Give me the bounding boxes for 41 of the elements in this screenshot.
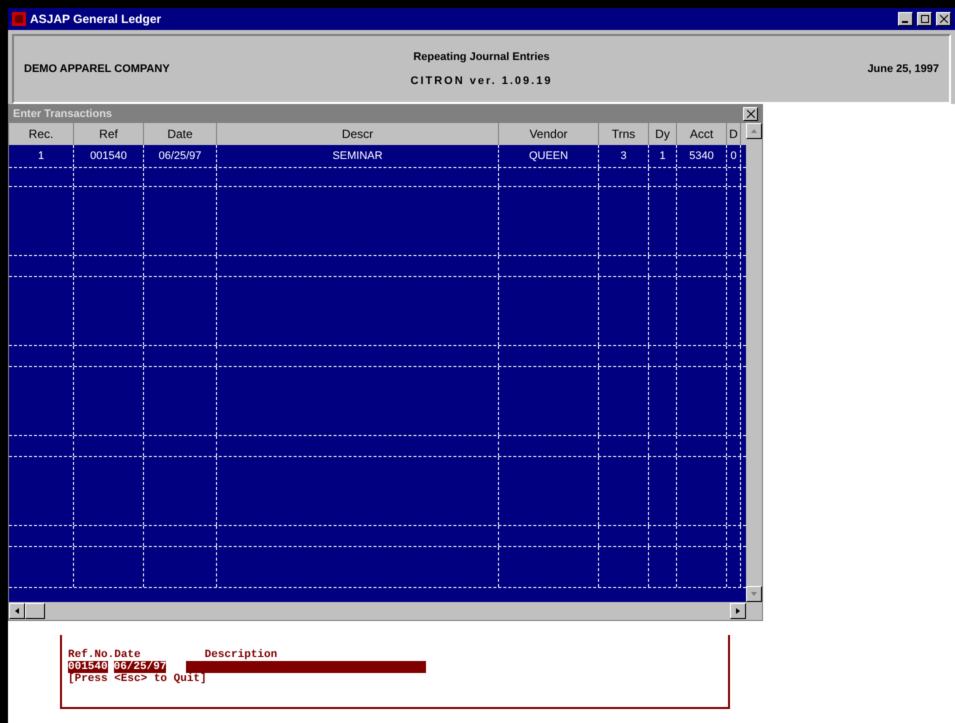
screen-heading: Repeating Journal Entries xyxy=(413,51,550,63)
minimize-button[interactable] xyxy=(898,12,913,26)
date-field[interactable]: 06/25/97 xyxy=(114,661,166,673)
scroll-thumb[interactable] xyxy=(25,603,45,619)
table-cell: QUEEN xyxy=(499,145,599,167)
close-button[interactable] xyxy=(936,12,951,26)
window-title: ASJAP General Ledger xyxy=(30,12,162,26)
maximize-button[interactable] xyxy=(917,12,932,26)
down-arrow-icon xyxy=(751,592,757,596)
date-text: June 25, 1997 xyxy=(866,63,939,75)
ref-field[interactable]: 001540 xyxy=(68,661,108,673)
description-field[interactable] xyxy=(186,661,426,673)
maximize-icon xyxy=(920,15,928,23)
description-label: Description xyxy=(204,649,278,661)
close-icon xyxy=(746,110,754,118)
child-window-title: Enter Transactions xyxy=(13,108,112,120)
version-text: CITRON ver. 1.09.19 xyxy=(410,75,552,87)
table-cell: 0 xyxy=(727,145,741,167)
table-row[interactable]: 1 001540 06/25/97 SEMINAR QUEEN 3 1 5340 0 xyxy=(9,145,746,168)
date-label: Date xyxy=(114,649,141,661)
quit-hint: [Press <Esc> to Quit] xyxy=(68,673,208,685)
company-name: DEMO APPAREL COMPANY xyxy=(24,63,171,75)
scroll-down-button[interactable] xyxy=(746,586,762,602)
table-cell: 5340 xyxy=(677,145,727,167)
scroll-left-button[interactable] xyxy=(9,603,25,619)
close-icon xyxy=(940,15,948,23)
table-cell: SEMINAR xyxy=(217,145,499,167)
scroll-right-button[interactable] xyxy=(730,603,746,619)
table-cell: 3 xyxy=(599,145,649,167)
table-cell: 1 xyxy=(9,145,74,167)
table-cell: 06/25/97 xyxy=(144,145,217,167)
app-icon xyxy=(12,12,26,26)
scroll-up-button[interactable] xyxy=(746,123,762,139)
right-arrow-icon xyxy=(736,608,740,614)
column-header[interactable]: D xyxy=(727,123,741,145)
left-arrow-icon xyxy=(15,608,19,614)
table-cell: 001540 xyxy=(74,145,144,167)
close-button[interactable] xyxy=(743,107,758,121)
ref-label: Ref.No. xyxy=(68,649,114,661)
table-cell: 1 xyxy=(649,145,677,167)
up-arrow-icon xyxy=(751,129,757,133)
